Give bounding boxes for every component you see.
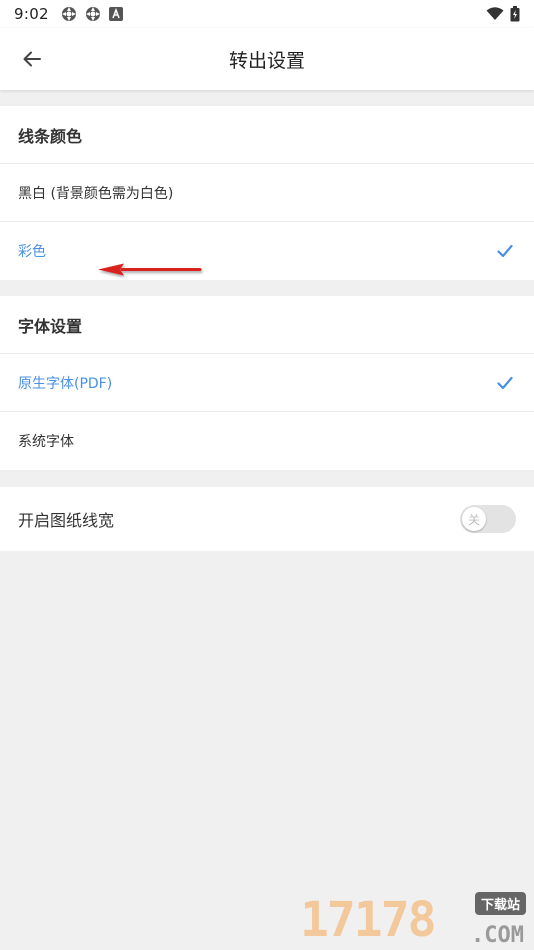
font-settings-section: 字体设置 原生字体(PDF) 系统字体 bbox=[0, 296, 534, 470]
status-notification-icons bbox=[61, 6, 123, 22]
watermark-badge: 下载站 bbox=[474, 892, 526, 915]
font-settings-header: 字体设置 bbox=[0, 296, 534, 354]
app-a-icon bbox=[108, 7, 123, 21]
check-icon bbox=[497, 376, 513, 390]
option-label: 彩色 bbox=[18, 244, 46, 260]
arrow-left-icon bbox=[23, 51, 41, 67]
status-bar: 9:02 bbox=[0, 0, 534, 28]
option-native-font[interactable]: 原生字体(PDF) bbox=[0, 354, 534, 412]
wifi-icon bbox=[486, 7, 504, 20]
toggle-knob: 关 bbox=[462, 507, 486, 531]
option-color[interactable]: 彩色 bbox=[0, 222, 534, 280]
app-bar: 转出设置 bbox=[0, 28, 534, 90]
option-label: 原生字体(PDF) bbox=[18, 375, 113, 392]
annotation-arrow-icon bbox=[98, 263, 202, 276]
page-title: 转出设置 bbox=[228, 49, 305, 72]
line-width-row: 开启图纸线宽 关 bbox=[0, 487, 534, 551]
line-width-section: 开启图纸线宽 关 bbox=[0, 487, 534, 551]
status-time: 9:02 bbox=[14, 5, 49, 23]
check-icon bbox=[497, 244, 513, 258]
option-label: 黑白 (背景颜色需为白色) bbox=[18, 185, 174, 202]
watermark-number: 17178 bbox=[300, 892, 436, 948]
toggle-state-label: 关 bbox=[467, 512, 480, 527]
watermark-domain: .COM bbox=[471, 923, 524, 948]
sync-icon bbox=[61, 7, 76, 21]
line-width-toggle[interactable]: 关 bbox=[460, 505, 516, 533]
screen: 9:02 转出设置 线条颜色 黑白 (背景颜色需为白色) 彩色 字体设置 原生字… bbox=[0, 0, 534, 950]
option-system-font[interactable]: 系统字体 bbox=[0, 412, 534, 470]
option-black-white[interactable]: 黑白 (背景颜色需为白色) bbox=[0, 164, 534, 222]
back-button[interactable] bbox=[12, 39, 52, 79]
battery-icon bbox=[510, 6, 520, 22]
status-system-icons bbox=[486, 6, 520, 22]
watermark-logo: 17178 下载站 .COM bbox=[300, 888, 532, 950]
line-color-header: 线条颜色 bbox=[0, 106, 534, 164]
option-label: 系统字体 bbox=[18, 434, 74, 450]
line-color-section: 线条颜色 黑白 (背景颜色需为白色) 彩色 bbox=[0, 106, 534, 280]
sync-icon bbox=[85, 7, 100, 21]
line-width-label: 开启图纸线宽 bbox=[18, 511, 115, 530]
